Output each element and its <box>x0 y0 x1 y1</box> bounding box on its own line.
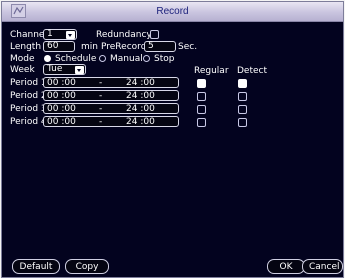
period-4-separator: - <box>99 117 103 127</box>
period-2-detect-checkbox[interactable] <box>238 92 247 101</box>
mode-stop-radio[interactable] <box>143 55 150 62</box>
period-1-separator: - <box>99 78 103 88</box>
record-settings: Channel 1 Redundancy Length 60 min PreRe… <box>2 23 343 277</box>
mode-schedule-label[interactable]: Schedule <box>55 54 96 64</box>
period-1-detect-checkbox[interactable] <box>238 79 247 88</box>
length-input[interactable]: 60 <box>43 41 75 52</box>
period-1-time-range[interactable]: 00 :00 - 24 :00 <box>43 77 179 88</box>
period-3-detect-checkbox[interactable] <box>238 105 247 114</box>
period-1-start[interactable]: 00 :00 <box>47 78 76 88</box>
period-2-regular-checkbox[interactable] <box>197 92 206 101</box>
period-4-end[interactable]: 24 :00 <box>126 117 155 127</box>
period-2-time-range[interactable]: 00 :00 - 24 :00 <box>43 90 179 101</box>
redundancy-checkbox[interactable] <box>150 30 159 39</box>
window-title: Record <box>156 6 189 17</box>
week-select[interactable]: Tue <box>43 64 86 75</box>
prerecord-label: PreRecord <box>101 42 147 52</box>
channel-select[interactable]: 1 <box>43 29 77 40</box>
length-value: 60 <box>47 41 59 51</box>
period-4-regular-checkbox[interactable] <box>197 118 206 127</box>
period-3-label: Period 3 <box>10 104 47 114</box>
channel-label: Channel <box>10 30 47 40</box>
period-1-end[interactable]: 24 :00 <box>126 78 155 88</box>
detect-column-header: Detect <box>237 66 268 76</box>
copy-button[interactable]: Copy <box>65 259 109 274</box>
period-2-start[interactable]: 00 :00 <box>47 91 76 101</box>
week-value: Tue <box>47 64 63 74</box>
mode-schedule-radio[interactable] <box>44 55 51 62</box>
period-3-start[interactable]: 00 :00 <box>47 104 76 114</box>
period-1-label: Period 1 <box>10 78 47 88</box>
ok-button[interactable]: OK <box>267 259 305 274</box>
chevron-down-icon <box>75 66 84 74</box>
channel-value: 1 <box>47 29 53 39</box>
period-3-regular-checkbox[interactable] <box>197 105 206 114</box>
record-dialog: Record Channel 1 Redundancy Length 60 mi… <box>1 1 344 278</box>
period-4-detect-checkbox[interactable] <box>238 118 247 127</box>
period-4-start[interactable]: 00 :00 <box>47 117 76 127</box>
default-button[interactable]: Default <box>12 259 60 274</box>
period-2-separator: - <box>99 91 103 101</box>
length-unit: min <box>81 42 98 52</box>
prerecord-unit: Sec. <box>178 42 198 52</box>
prerecord-input[interactable]: 5 <box>144 41 176 52</box>
title-bar: Record <box>2 2 343 22</box>
period-3-time-range[interactable]: 00 :00 - 24 :00 <box>43 103 179 114</box>
period-3-separator: - <box>99 104 103 114</box>
mode-manual-label[interactable]: Manual <box>110 54 143 64</box>
period-2-end[interactable]: 24 :00 <box>126 91 155 101</box>
period-2-label: Period 2 <box>10 91 47 101</box>
regular-column-header: Regular <box>194 66 229 76</box>
chevron-down-icon <box>66 31 75 39</box>
mode-manual-radio[interactable] <box>99 55 106 62</box>
week-label: Week <box>10 65 35 75</box>
mode-label: Mode <box>10 54 35 64</box>
length-label: Length <box>10 42 42 52</box>
mode-stop-label[interactable]: Stop <box>154 54 174 64</box>
period-3-end[interactable]: 24 :00 <box>126 104 155 114</box>
period-4-time-range[interactable]: 00 :00 - 24 :00 <box>43 116 179 127</box>
period-4-label: Period 4 <box>10 117 47 127</box>
redundancy-label: Redundancy <box>96 30 152 40</box>
cancel-button[interactable]: Cancel <box>302 259 343 274</box>
period-1-regular-checkbox[interactable] <box>197 79 206 88</box>
prerecord-value: 5 <box>148 41 154 51</box>
